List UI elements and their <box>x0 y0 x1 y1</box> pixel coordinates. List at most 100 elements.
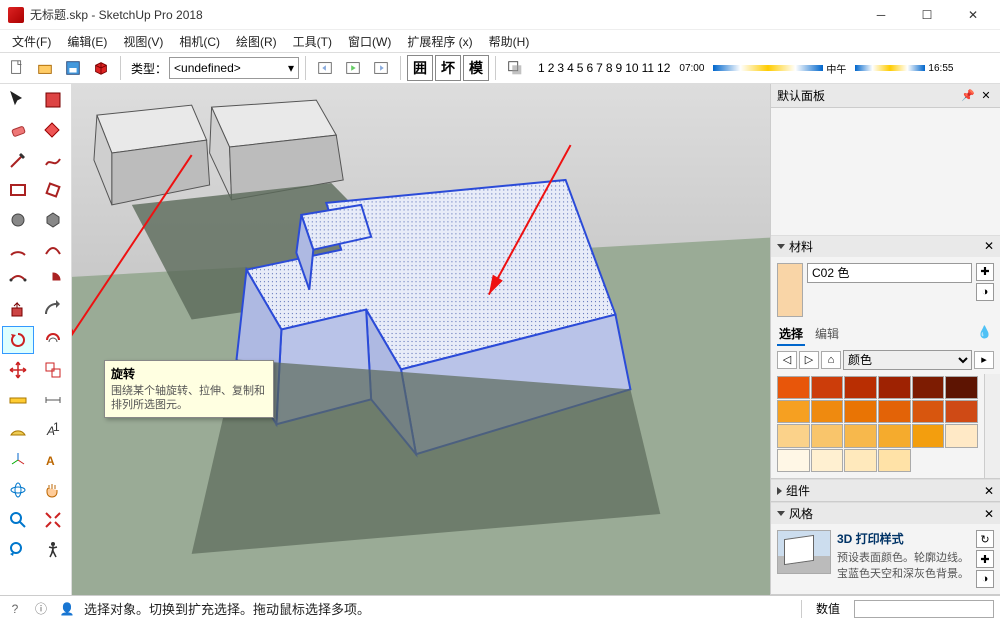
styles-header[interactable]: 风格✕ <box>771 502 1000 524</box>
material-swatch[interactable] <box>777 424 810 447</box>
tape-tool-icon[interactable] <box>2 386 34 414</box>
material-name-input[interactable] <box>807 263 972 283</box>
maximize-button[interactable]: ☐ <box>904 0 950 30</box>
tab-select[interactable]: 选择 <box>777 323 805 346</box>
tray-header[interactable]: 默认面板 📌 ✕ <box>771 84 1000 108</box>
swatch-scrollbar[interactable] <box>984 374 1000 478</box>
menu-window[interactable]: 窗口(W) <box>340 31 399 52</box>
paint-bucket-icon[interactable] <box>37 116 69 144</box>
material-swatch[interactable] <box>811 424 844 447</box>
material-swatch[interactable] <box>878 376 911 399</box>
tray-close-icon[interactable]: ✕ <box>978 88 994 104</box>
menu-file[interactable]: 文件(F) <box>4 31 59 52</box>
make-component-icon[interactable] <box>37 86 69 114</box>
style-menu-icon[interactable]: ◑ <box>976 570 994 588</box>
offset-tool-icon[interactable] <box>37 326 69 354</box>
menu-camera[interactable]: 相机(C) <box>171 31 228 52</box>
fwd-icon[interactable]: ▷ <box>799 351 819 369</box>
material-swatch[interactable] <box>912 424 945 447</box>
material-swatch[interactable] <box>777 449 810 472</box>
followme-tool-icon[interactable] <box>37 296 69 324</box>
info-icon[interactable]: ⓘ <box>32 600 50 618</box>
move-tool-icon[interactable] <box>2 356 34 384</box>
menu-draw[interactable]: 绘图(R) <box>228 31 285 52</box>
protractor-tool-icon[interactable] <box>2 416 34 444</box>
scale-tool-icon[interactable] <box>37 356 69 384</box>
menu-help[interactable]: 帮助(H) <box>481 31 538 52</box>
material-swatch[interactable] <box>844 400 877 423</box>
rotate-tool-icon[interactable] <box>2 326 34 354</box>
2pt-arc-tool-icon[interactable] <box>37 236 69 264</box>
viewport-3d[interactable]: 旋转 围绕某个轴旋转、拉伸、复制和排列所选图元。 <box>72 84 770 595</box>
pin-icon[interactable]: 📌 <box>960 88 976 104</box>
pushpull-tool-icon[interactable] <box>2 296 34 324</box>
material-swatch[interactable] <box>811 376 844 399</box>
circle-tool-icon[interactable] <box>2 206 34 234</box>
geo-icon[interactable]: 👤 <box>58 600 76 618</box>
dimension-tool-icon[interactable] <box>37 386 69 414</box>
open-file-icon[interactable] <box>32 55 58 81</box>
char-btn-2[interactable]: 坏 <box>435 55 461 81</box>
type-dropdown[interactable]: <undefined>▾ <box>169 57 299 79</box>
material-swatch[interactable] <box>777 376 810 399</box>
material-swatch[interactable] <box>945 400 978 423</box>
line-tool-icon[interactable] <box>2 146 34 174</box>
material-swatch[interactable] <box>912 376 945 399</box>
material-swatch[interactable] <box>844 449 877 472</box>
prev-view-icon[interactable] <box>2 536 34 564</box>
material-swatch[interactable] <box>777 400 810 423</box>
time-scale[interactable]: 123456789101112 07:00 中午 16:55 <box>538 61 953 76</box>
arc-tool-icon[interactable] <box>2 236 34 264</box>
back-icon[interactable]: ◁ <box>777 351 797 369</box>
minimize-button[interactable]: ─ <box>858 0 904 30</box>
default-material-icon[interactable]: ◑ <box>976 283 994 301</box>
scene-next-icon[interactable] <box>368 55 394 81</box>
panel-close-icon[interactable]: ✕ <box>984 507 994 521</box>
eyedropper-icon[interactable]: 💧 <box>975 323 994 346</box>
components-header[interactable]: 组件✕ <box>771 479 1000 501</box>
menu-extensions[interactable]: 扩展程序 (x) <box>399 31 480 52</box>
material-swatch[interactable] <box>945 424 978 447</box>
tab-edit[interactable]: 编辑 <box>813 323 841 346</box>
materials-header[interactable]: 材料✕ <box>771 235 1000 257</box>
create-material-icon[interactable]: ✚ <box>976 263 994 281</box>
cube-icon[interactable] <box>88 55 114 81</box>
help-icon[interactable]: ? <box>6 600 24 618</box>
3pt-arc-tool-icon[interactable] <box>2 266 34 294</box>
rectangle-tool-icon[interactable] <box>2 176 34 204</box>
material-swatch[interactable] <box>912 400 945 423</box>
material-swatch[interactable] <box>811 449 844 472</box>
panel-close-icon[interactable]: ✕ <box>984 484 994 498</box>
save-icon[interactable] <box>60 55 86 81</box>
material-swatch[interactable] <box>878 400 911 423</box>
3dtext-tool-icon[interactable]: A <box>37 446 69 474</box>
close-button[interactable]: ✕ <box>950 0 996 30</box>
style-new-icon[interactable]: ✚ <box>976 550 994 568</box>
shadow-icon[interactable] <box>502 55 528 81</box>
pan-tool-icon[interactable] <box>37 476 69 504</box>
material-swatch[interactable] <box>945 376 978 399</box>
zoom-tool-icon[interactable] <box>2 506 34 534</box>
menu-tools[interactable]: 工具(T) <box>285 31 340 52</box>
panel-close-icon[interactable]: ✕ <box>984 239 994 253</box>
walk-tool-icon[interactable] <box>37 536 69 564</box>
home-icon[interactable]: ⌂ <box>821 351 841 369</box>
style-thumbnail[interactable] <box>777 530 831 574</box>
eraser-tool-icon[interactable] <box>2 116 34 144</box>
axes-tool-icon[interactable] <box>2 446 34 474</box>
freehand-tool-icon[interactable] <box>37 146 69 174</box>
pie-tool-icon[interactable] <box>37 266 69 294</box>
library-menu-icon[interactable]: ▸ <box>974 351 994 369</box>
style-update-icon[interactable]: ↻ <box>976 530 994 548</box>
material-swatch[interactable] <box>878 424 911 447</box>
select-tool-icon[interactable] <box>2 86 34 114</box>
value-input[interactable] <box>854 600 994 618</box>
material-swatch[interactable] <box>844 424 877 447</box>
text-tool-icon[interactable]: A1 <box>37 416 69 444</box>
scene-play-icon[interactable] <box>340 55 366 81</box>
orbit-tool-icon[interactable] <box>2 476 34 504</box>
material-category-dropdown[interactable]: 颜色 <box>843 350 972 370</box>
zoom-extents-icon[interactable] <box>37 506 69 534</box>
char-btn-1[interactable]: 囲 <box>407 55 433 81</box>
char-btn-3[interactable]: 模 <box>463 55 489 81</box>
